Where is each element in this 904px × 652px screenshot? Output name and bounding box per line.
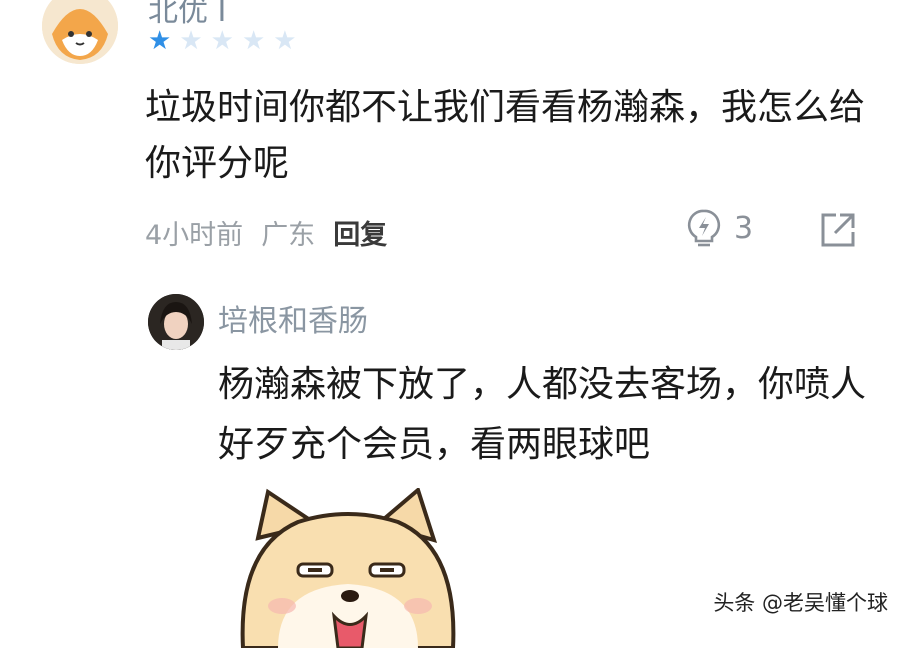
star-icon: ★ [148,26,172,56]
reply-button[interactable]: 回复 [333,213,387,252]
dog-sticker-icon [240,486,456,650]
like-count: 3 [734,210,754,246]
rating-stars: ★ ★ ★ ★ ★ [148,27,297,55]
share-icon [821,213,855,247]
star-icon: ★ [241,26,266,56]
comment-location: 广东 [261,220,316,251]
comment-text: 垃圾时间你都不让我们看看杨瀚森，我怎么给你评分呢 [145,87,866,184]
star-icon: ★ [273,26,297,56]
star-icon: ★ [179,26,203,56]
comment-time: 4小时前 [145,220,244,251]
commenter-avatar[interactable] [42,0,118,64]
user-avatar-icon [148,294,204,350]
fox-avatar-icon [42,0,118,64]
share-button[interactable] [818,210,858,254]
star-icon: ★ [210,26,234,56]
watermark: 头条 @老吴懂个球 [713,591,888,615]
like-button[interactable]: 3 [686,208,753,248]
comment-meta: 4小时前 广东 回复 [145,213,387,252]
dog-sticker [238,486,468,650]
reply-username[interactable]: 培根和香肠 [218,296,368,340]
reply-avatar[interactable] [148,294,204,350]
like-bulb-icon [687,209,721,247]
reply-text: 杨瀚森被下放了，人都没去客场，你喷人好歹充个会员，看两眼球吧 [218,364,867,465]
